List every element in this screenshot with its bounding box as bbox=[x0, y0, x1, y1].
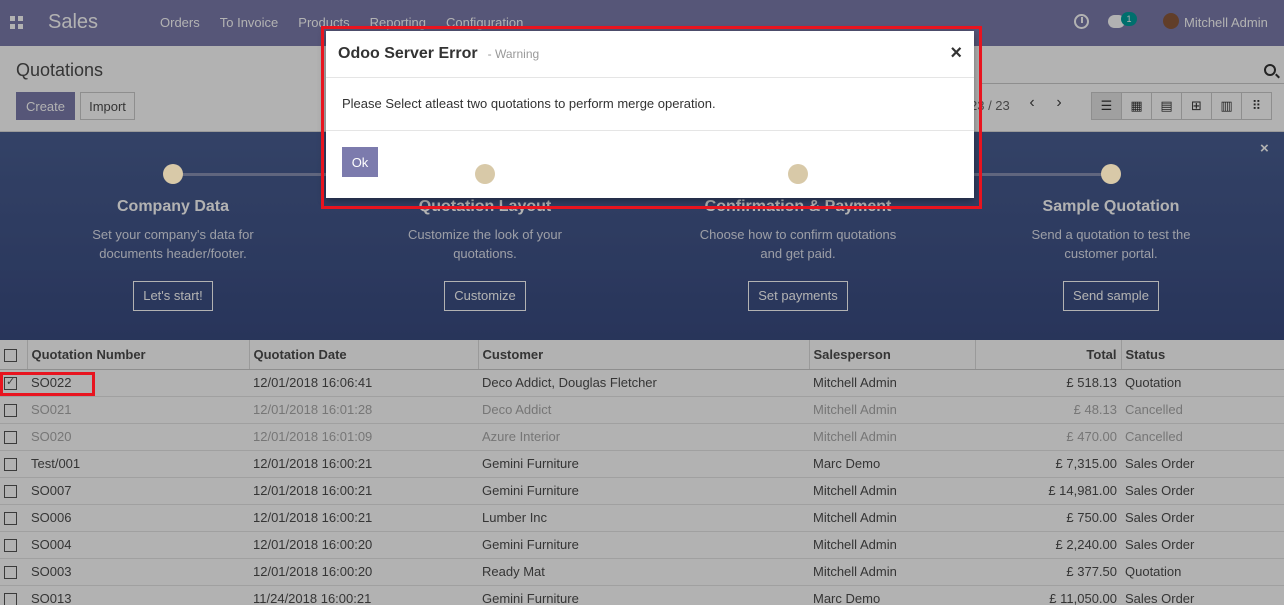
highlight-dialog-box bbox=[321, 26, 982, 209]
highlight-selected-row-box bbox=[0, 372, 95, 396]
step-dot bbox=[163, 164, 183, 184]
step-dot bbox=[788, 164, 808, 184]
step-dot bbox=[1101, 164, 1121, 184]
step-dot bbox=[475, 164, 495, 184]
